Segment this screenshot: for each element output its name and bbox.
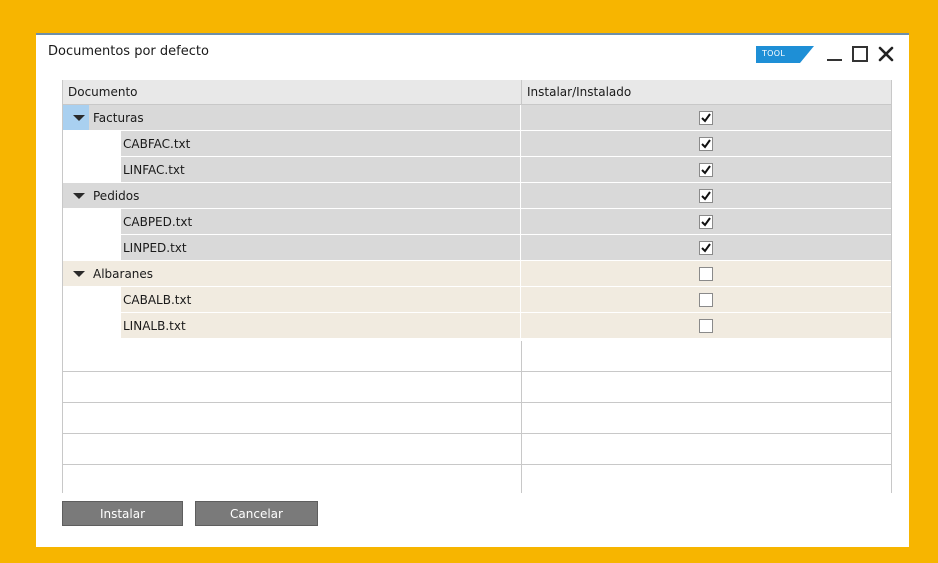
checkmark-icon <box>701 217 711 227</box>
tool-badge[interactable]: TOOL <box>756 46 814 63</box>
document-cell: CABALB.txt <box>63 287 521 313</box>
document-name: LINALB.txt <box>123 319 186 333</box>
install-cell <box>521 261 891 287</box>
empty-row[interactable] <box>63 341 891 372</box>
document-name: Facturas <box>93 111 144 125</box>
install-cell <box>521 131 891 157</box>
document-name: CABPED.txt <box>123 215 193 229</box>
document-cell: LINPED.txt <box>63 235 521 261</box>
document-name: CABFAC.txt <box>123 137 191 151</box>
install-checkbox[interactable] <box>699 267 713 281</box>
install-checkbox-checked[interactable] <box>699 137 713 151</box>
maximize-icon[interactable] <box>851 45 869 63</box>
dialog-title: Documentos por defecto <box>48 44 209 59</box>
document-cell: Albaranes <box>63 261 521 287</box>
tree-child-row[interactable]: CABALB.txt <box>63 287 891 313</box>
install-checkbox-checked[interactable] <box>699 241 713 255</box>
install-cell <box>521 183 891 209</box>
install-cell <box>521 235 891 261</box>
install-cell <box>521 105 891 131</box>
install-checkbox-checked[interactable] <box>699 189 713 203</box>
document-name: CABALB.txt <box>123 293 192 307</box>
document-cell: LINFAC.txt <box>63 157 521 183</box>
empty-row[interactable] <box>63 465 891 493</box>
close-icon[interactable] <box>877 45 895 63</box>
tool-badge-label: TOOL <box>762 49 786 58</box>
title-bar: Documentos por defecto TOOL <box>36 35 909 71</box>
install-button[interactable]: Instalar <box>62 501 183 526</box>
install-checkbox-checked[interactable] <box>699 111 713 125</box>
checkmark-icon <box>701 165 711 175</box>
tree-child-row[interactable]: LINFAC.txt <box>63 157 891 183</box>
install-cell <box>521 157 891 183</box>
tree-group-row[interactable]: Facturas <box>63 105 891 131</box>
checkmark-icon <box>701 191 711 201</box>
install-cell <box>521 313 891 339</box>
tree-child-row[interactable]: CABPED.txt <box>63 209 891 235</box>
column-header-documento[interactable]: Documento <box>68 85 138 99</box>
checkmark-icon <box>701 243 711 253</box>
document-cell: CABFAC.txt <box>63 131 521 157</box>
document-cell: CABPED.txt <box>63 209 521 235</box>
column-header-instalar[interactable]: Instalar/Instalado <box>527 85 631 99</box>
expand-arrow-icon[interactable] <box>73 193 85 199</box>
document-name: LINFAC.txt <box>123 163 185 177</box>
document-cell: LINALB.txt <box>63 313 521 339</box>
empty-row[interactable] <box>63 403 891 434</box>
install-checkbox[interactable] <box>699 319 713 333</box>
tree-group-row[interactable]: Albaranes <box>63 261 891 287</box>
document-name: Pedidos <box>93 189 140 203</box>
document-name: LINPED.txt <box>123 241 187 255</box>
install-cell <box>521 287 891 313</box>
tree-child-row[interactable]: CABFAC.txt <box>63 131 891 157</box>
expand-arrow-icon[interactable] <box>73 115 85 121</box>
grid-header: Documento Instalar/Instalado <box>63 80 891 105</box>
install-cell <box>521 209 891 235</box>
expand-arrow-icon[interactable] <box>73 271 85 277</box>
install-checkbox-checked[interactable] <box>699 163 713 177</box>
documents-dialog: Documentos por defecto TOOL Documento In… <box>36 33 909 547</box>
install-checkbox[interactable] <box>699 293 713 307</box>
tree-group-row[interactable]: Pedidos <box>63 183 891 209</box>
documents-grid: Documento Instalar/Instalado Facturas CAB… <box>62 80 892 493</box>
document-cell: Facturas <box>63 105 521 131</box>
tree-child-row[interactable]: LINPED.txt <box>63 235 891 261</box>
document-name: Albaranes <box>93 267 154 281</box>
tree-child-row[interactable]: LINALB.txt <box>63 313 891 339</box>
checkmark-icon <box>701 113 711 123</box>
checkmark-icon <box>701 139 711 149</box>
document-cell: Pedidos <box>63 183 521 209</box>
empty-row[interactable] <box>63 434 891 465</box>
minimize-icon[interactable] <box>826 45 844 63</box>
empty-row[interactable] <box>63 372 891 403</box>
install-checkbox-checked[interactable] <box>699 215 713 229</box>
cancel-button[interactable]: Cancelar <box>195 501 318 526</box>
